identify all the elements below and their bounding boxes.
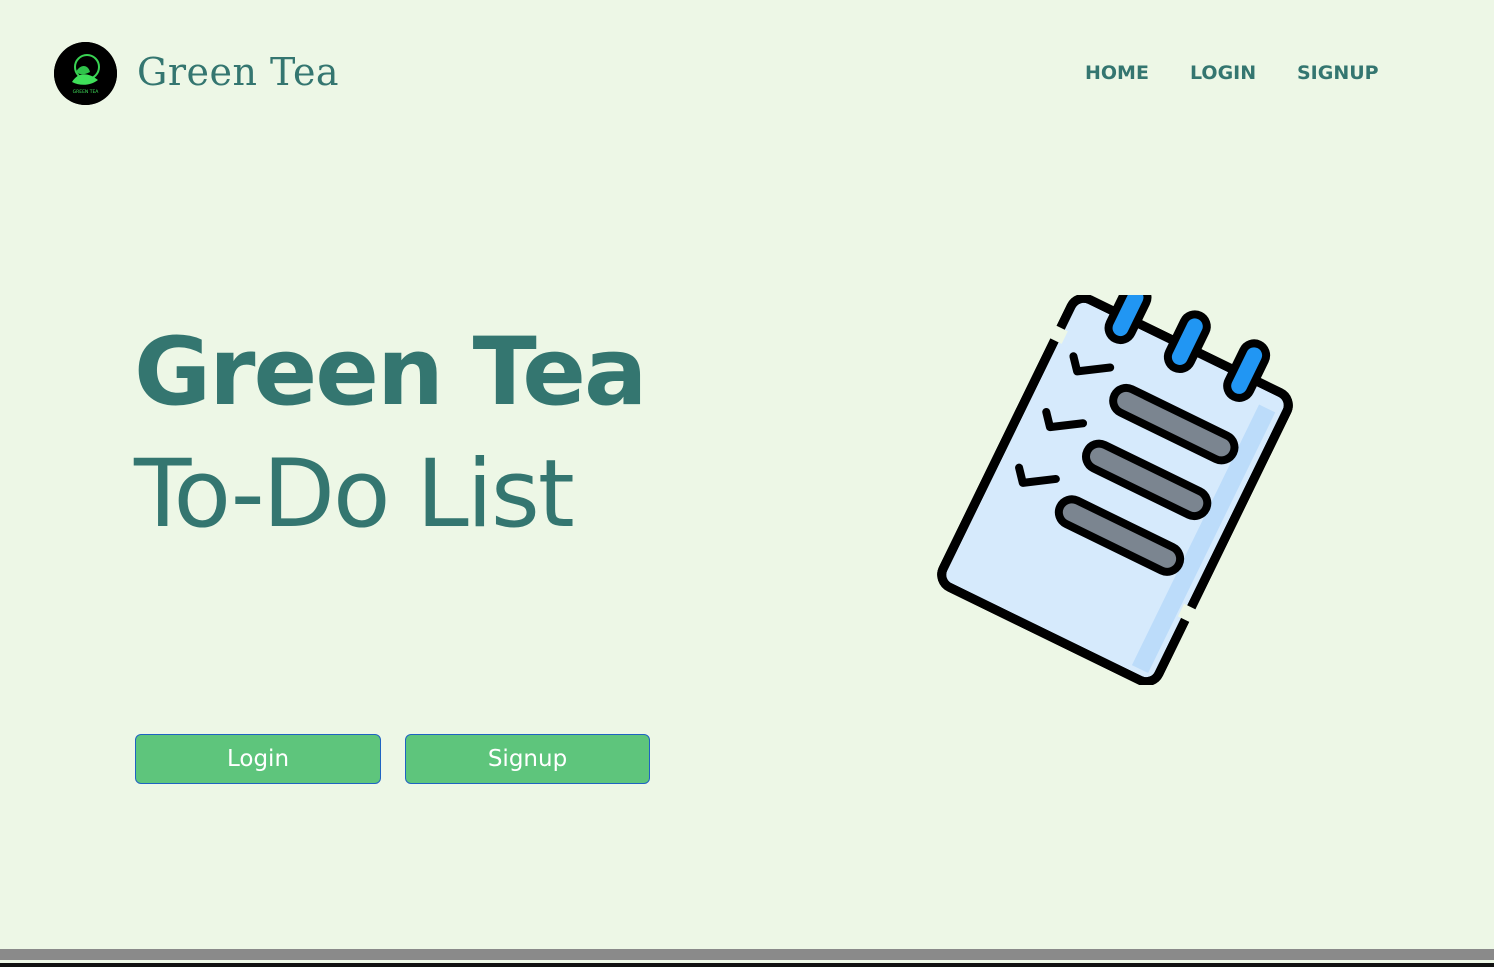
brand-name: Green Tea	[137, 50, 340, 94]
bottom-scrollbar[interactable]	[0, 949, 1494, 960]
brand-logo[interactable]: GREEN TEA	[54, 42, 117, 105]
nav-home[interactable]: HOME	[1085, 60, 1149, 86]
signup-button[interactable]: Signup	[405, 734, 650, 784]
hero-subtitle: To-Do List	[134, 440, 575, 549]
logo-text: GREEN TEA	[73, 89, 100, 95]
nav-login[interactable]: LOGIN	[1190, 60, 1256, 86]
nav-signup[interactable]: SIGNUP	[1297, 60, 1379, 86]
hero-title: Green Tea	[134, 318, 647, 427]
notepad-illustration	[930, 281, 1300, 687]
notepad-checklist-icon	[937, 281, 1293, 687]
login-button[interactable]: Login	[135, 734, 381, 784]
tea-leaf-icon: GREEN TEA	[54, 42, 117, 105]
bottom-border	[0, 963, 1494, 967]
